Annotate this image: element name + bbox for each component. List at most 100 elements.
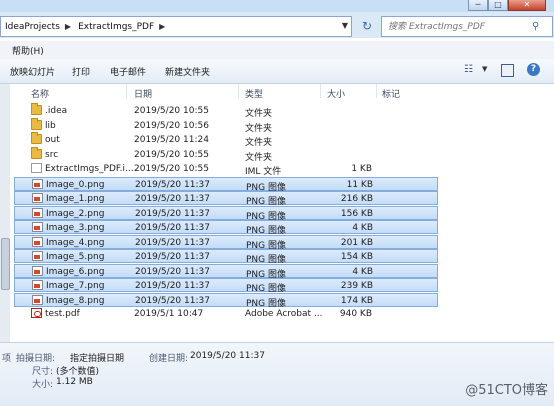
file-name: Image_6.png (46, 266, 105, 277)
file-size: 11 KB (346, 179, 373, 190)
column-name[interactable]: 名称 (31, 87, 49, 100)
file-type: Adobe Acrobat ... (245, 309, 323, 319)
column-type[interactable]: 类型 (245, 87, 263, 100)
selection-count-suffix: 项 (2, 354, 12, 364)
minimize-button[interactable]: ─ (468, 0, 488, 11)
date-taken-value[interactable]: 指定拍摄日期 (70, 351, 124, 364)
date-taken-label: 拍摄日期: (16, 354, 56, 364)
file-type: 文件夹 (245, 123, 273, 134)
search-input[interactable] (386, 20, 530, 33)
file-name: Image_3.png (46, 223, 105, 233)
file-row[interactable]: lib 2019/5/20 10:56 文件夹 (14, 117, 438, 134)
email-button[interactable]: 电子邮件 (110, 65, 146, 78)
image-file-icon (32, 236, 43, 247)
column-divider[interactable] (320, 84, 321, 98)
new-folder-button[interactable]: 新建文件夹 (165, 65, 210, 78)
file-name: Image_5.png (46, 252, 105, 262)
search-icon[interactable]: ⚲ (532, 21, 539, 32)
file-size: 216 KB (340, 194, 373, 204)
breadcrumb-separator-icon[interactable]: ▶ (156, 22, 168, 31)
breadcrumb-ideaprojects[interactable]: IdeaProjects (1, 22, 62, 32)
file-name: Image_2.png (46, 208, 105, 219)
folder-icon (31, 103, 42, 115)
file-row[interactable]: Image_1.png 2019/5/20 11:37 PNG 图像 216 KB (14, 191, 438, 207)
file-row[interactable]: Image_3.png 2019/5/20 11:37 PNG 图像 4 KB (14, 220, 438, 236)
nav-pane-scrollbar[interactable] (0, 84, 10, 342)
column-date[interactable]: 日期 (134, 87, 152, 100)
image-file-icon (32, 222, 43, 232)
file-name: Image_0.png (46, 179, 105, 190)
size-label: 大小: (32, 380, 54, 390)
preview-pane-icon[interactable] (501, 64, 514, 77)
file-name: ExtractImgs_PDF.i... (45, 164, 133, 174)
created-label: 创建日期: (149, 354, 189, 364)
file-date: 2019/5/20 10:55 (134, 149, 209, 160)
file-row[interactable]: src 2019/5/20 10:55 文件夹 (14, 146, 438, 163)
close-button[interactable]: ✕ (508, 0, 546, 11)
file-size: 239 KB (340, 281, 373, 291)
slideshow-button[interactable]: 放映幻灯片 (10, 65, 55, 78)
column-header: 名称 日期 类型 大小 标记 (14, 84, 554, 100)
file-row[interactable]: test.pdf 2019/5/1 10:47 Adobe Acrobat ... 9… (14, 307, 438, 321)
file-date: 2019/5/20 11:37 (135, 179, 210, 190)
column-divider[interactable] (376, 84, 377, 98)
file-name: Image_7.png (46, 281, 105, 291)
file-row[interactable]: Image_4.png 2019/5/20 11:37 PNG 图像 201 KB (14, 234, 438, 251)
file-row[interactable]: Image_2.png 2019/5/20 11:37 PNG 图像 156 KB (14, 205, 438, 222)
column-divider[interactable] (238, 84, 239, 98)
file-size: 201 KB (340, 237, 373, 248)
file-type: IML 文件 (245, 167, 282, 177)
file-date: 2019/5/20 10:56 (134, 120, 209, 131)
file-row[interactable]: .idea 2019/5/20 10:55 文件夹 (14, 103, 438, 119)
column-tags[interactable]: 标记 (382, 87, 400, 100)
folder-icon (31, 117, 42, 130)
file-row[interactable]: ExtractImgs_PDF.i... 2019/5/20 10:55 IML 文… (14, 162, 438, 177)
file-size: 1 KB (351, 164, 372, 174)
file-date: 2019/5/20 11:37 (135, 295, 210, 306)
view-options-icon[interactable]: ☷ (464, 64, 473, 75)
address-row: IdeaProjects ▶ ExtractImgs_PDF ▶ ▼ ↻ ⚲ (0, 12, 554, 38)
chevron-down-icon[interactable]: ▼ (482, 65, 487, 73)
column-divider[interactable] (126, 84, 127, 98)
file-row[interactable]: Image_5.png 2019/5/20 11:37 PNG 图像 154 KB (14, 249, 438, 265)
file-date: 2019/5/20 10:55 (134, 106, 209, 116)
title-bar: ─ □ ✕ (0, 0, 554, 12)
file-name: Image_1.png (46, 194, 105, 204)
file-size: 156 KB (340, 208, 373, 219)
file-date: 2019/5/20 11:37 (135, 281, 210, 291)
toolbar: 放映幻灯片 打印 电子邮件 新建文件夹 ☷ ▼ ? (0, 59, 554, 84)
file-date: 2019/5/20 11:37 (135, 208, 210, 219)
image-file-icon (32, 265, 43, 276)
breadcrumb-separator-icon[interactable]: ▶ (62, 22, 74, 31)
image-file-icon (32, 178, 43, 189)
file-type: 文件夹 (245, 152, 273, 163)
dimensions-label: 尺寸: (32, 367, 54, 377)
file-size: 4 KB (352, 223, 373, 233)
file-type: 文件夹 (245, 109, 273, 119)
search-box[interactable]: ⚲ (381, 16, 553, 37)
file-row[interactable]: out 2019/5/20 11:24 文件夹 (14, 132, 438, 148)
refresh-icon[interactable]: ↻ (358, 17, 376, 35)
window-controls: ─ □ ✕ (468, 0, 546, 11)
file-row[interactable]: Image_0.png 2019/5/20 11:37 PNG 图像 11 KB (14, 176, 438, 193)
file-row[interactable]: Image_6.png 2019/5/20 11:37 PNG 图像 4 KB (14, 263, 438, 280)
image-file-icon (32, 280, 43, 290)
print-button[interactable]: 打印 (72, 65, 90, 78)
folder-icon (31, 146, 42, 159)
image-file-icon (32, 193, 43, 203)
maximize-button[interactable]: □ (488, 0, 508, 11)
file-date: 2019/5/20 11:37 (135, 266, 210, 277)
file-row[interactable]: Image_7.png 2019/5/20 11:37 PNG 图像 239 KB (14, 278, 438, 294)
column-size[interactable]: 大小 (327, 87, 345, 100)
scrollbar-thumb[interactable] (1, 238, 10, 290)
file-name: out (45, 135, 60, 145)
file-row[interactable]: Image_8.png 2019/5/20 11:37 PNG 图像 174 KB (14, 292, 438, 309)
size-value: 1.12 MB (56, 377, 93, 387)
address-bar[interactable]: IdeaProjects ▶ ExtractImgs_PDF ▶ ▼ (0, 16, 352, 37)
menu-help[interactable]: 帮助(H) (12, 44, 44, 57)
file-date: 2019/5/20 11:37 (135, 237, 210, 248)
breadcrumb-extractimgs[interactable]: ExtractImgs_PDF (74, 22, 156, 32)
help-icon[interactable]: ? (527, 63, 540, 76)
address-dropdown-icon[interactable]: ▼ (342, 21, 348, 30)
file-date: 2019/5/1 10:47 (134, 309, 204, 319)
